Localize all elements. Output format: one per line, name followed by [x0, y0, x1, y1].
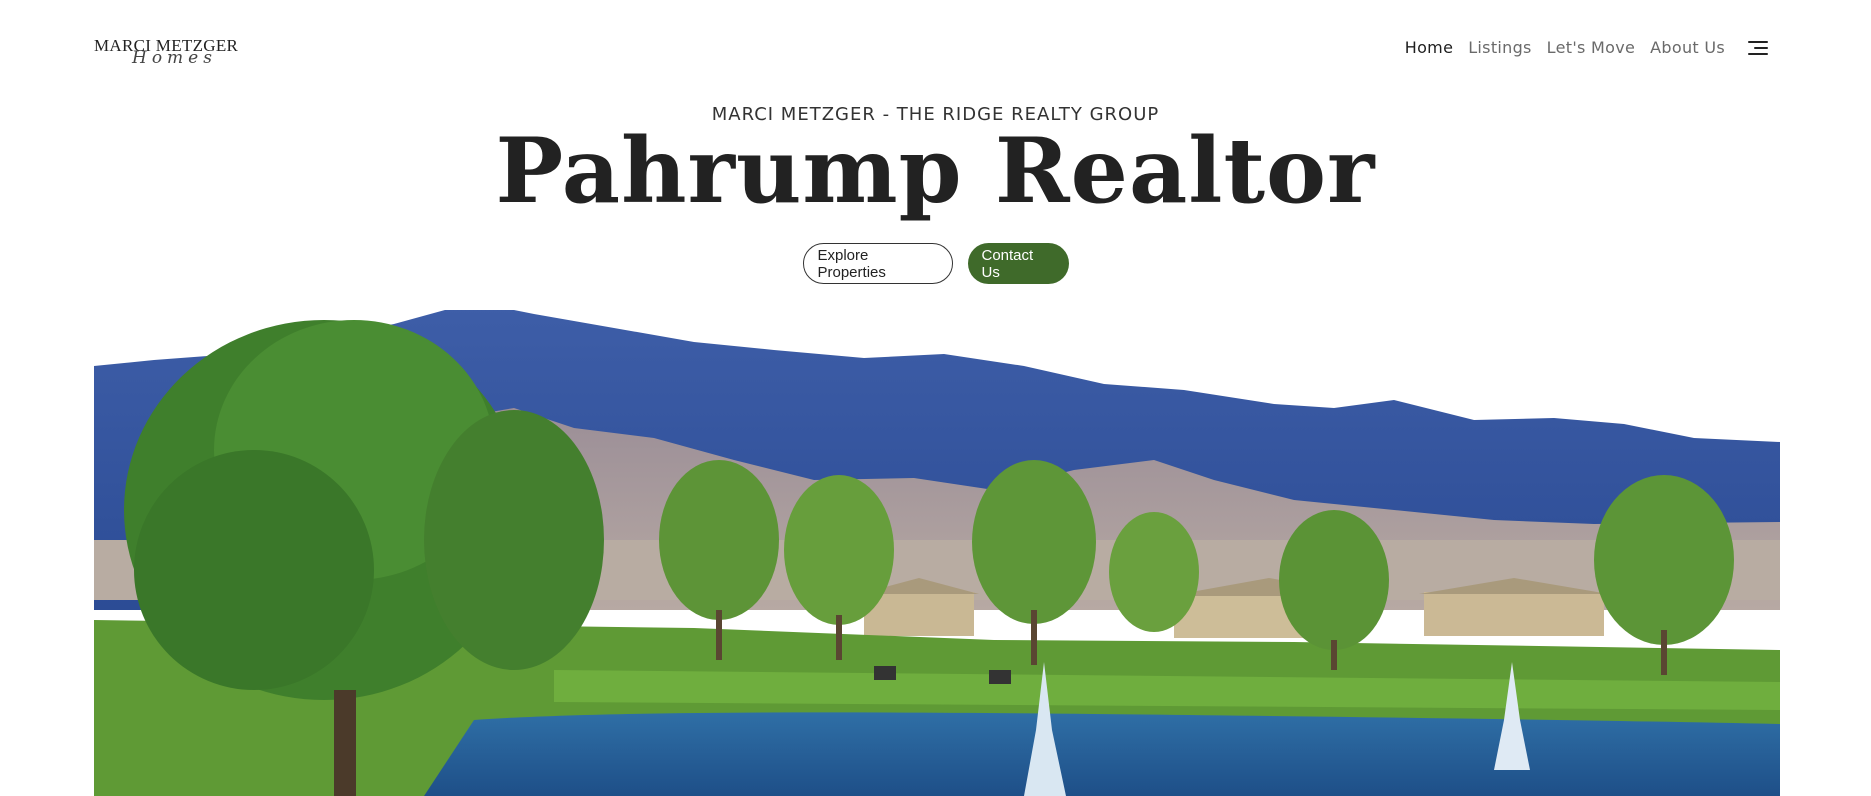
- nav-listings[interactable]: Listings: [1468, 38, 1531, 57]
- site-logo[interactable]: MARCI METZGER Homes: [94, 36, 244, 70]
- nav-lets-move[interactable]: Let's Move: [1547, 38, 1635, 57]
- nav-about-us[interactable]: About Us: [1650, 38, 1725, 57]
- logo-script: Homes: [132, 48, 217, 68]
- explore-properties-button[interactable]: Explore Properties: [802, 243, 953, 284]
- hero-actions: Explore Properties Contact Us: [0, 243, 1871, 284]
- main-nav: Home Listings Let's Move About Us: [1390, 38, 1769, 57]
- hero-image: [94, 310, 1780, 796]
- nav-home[interactable]: Home: [1405, 38, 1453, 57]
- contact-us-button[interactable]: Contact Us: [967, 243, 1069, 284]
- landscape-illustration: [94, 310, 1780, 796]
- page-title: Pahrump Realtor: [495, 118, 1376, 224]
- hamburger-menu-icon[interactable]: [1747, 40, 1769, 56]
